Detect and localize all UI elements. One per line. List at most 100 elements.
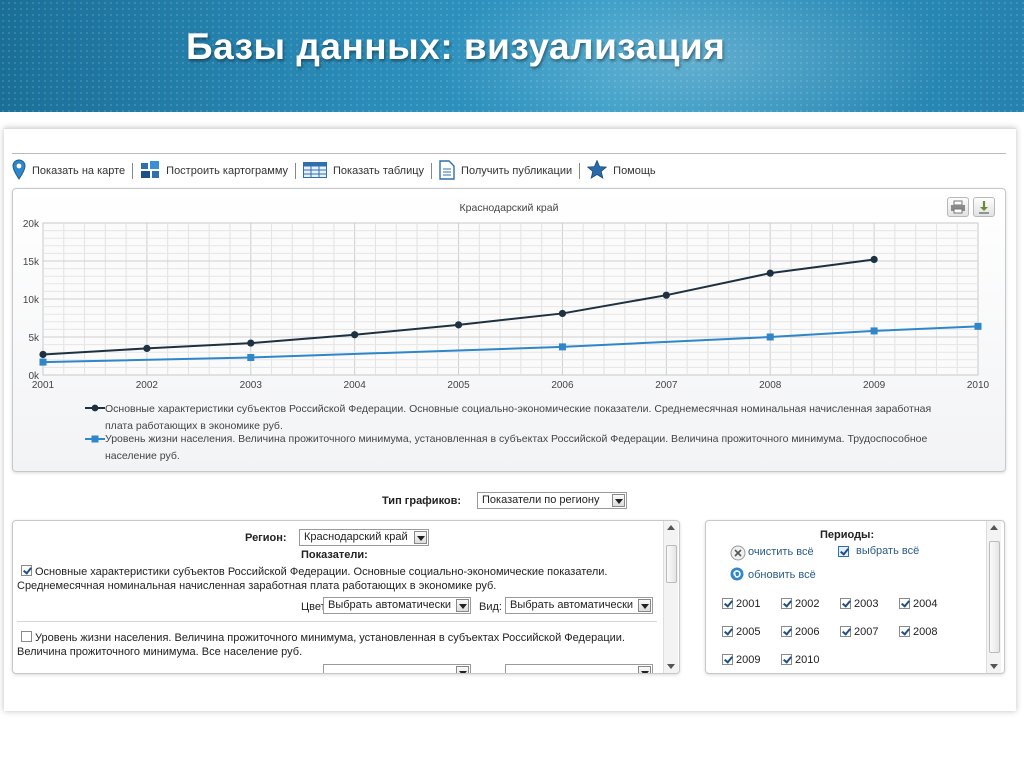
data-point-series-1 xyxy=(454,321,463,329)
period-checkbox-2006[interactable] xyxy=(781,626,792,637)
select-all-icon[interactable] xyxy=(838,546,849,557)
toolbar: Показать на карте Построить картограмму … xyxy=(12,158,656,184)
x-tick-label: 2007 xyxy=(655,380,678,391)
download-chart-button[interactable] xyxy=(973,197,995,217)
x-tick-label: 2009 xyxy=(863,380,886,391)
map-pin-icon xyxy=(12,158,26,184)
graph-type-label: Тип графиков: xyxy=(382,495,462,507)
indicator-2-checkbox[interactable] xyxy=(21,631,32,642)
y-axis: 0k5k10k15k20k xyxy=(23,219,40,382)
period-label: 2010 xyxy=(795,654,820,666)
x-tick-label: 2001 xyxy=(32,380,55,391)
indicator-1-view-select[interactable]: Выбрать автоматически xyxy=(505,597,653,614)
indicator-2-color-select[interactable] xyxy=(323,664,471,673)
select-all-link[interactable]: выбрать всё xyxy=(856,545,919,557)
slide-title: Базы данных: визуализация xyxy=(186,26,726,67)
show-on-map-button[interactable]: Показать на карте xyxy=(12,158,126,184)
scroll-up-icon[interactable] xyxy=(667,525,675,530)
help-button[interactable]: Помощь xyxy=(586,159,656,182)
show-table-button[interactable]: Показать таблицу xyxy=(303,161,425,181)
indicators-panel: Регион: Краснодарский край Показатели: О… xyxy=(12,520,680,674)
scroll-up-icon[interactable] xyxy=(990,525,998,530)
x-tick-label: 2010 xyxy=(967,380,990,391)
data-point-series-2 xyxy=(766,333,774,341)
indicators-scrollbar[interactable] xyxy=(663,521,678,673)
x-tick-label: 2006 xyxy=(551,380,574,391)
x-tick-label: 2002 xyxy=(136,380,159,391)
periods-scrollbar[interactable] xyxy=(986,521,1001,673)
period-checkbox-2008[interactable] xyxy=(899,626,910,637)
build-cartogram-button[interactable]: Построить картограмму xyxy=(140,160,288,182)
legend-label-series-2: Уровень жизни населения. Величина прожит… xyxy=(105,433,928,462)
period-label: 2005 xyxy=(736,626,761,638)
period-label: 2002 xyxy=(795,598,820,610)
data-point-series-1 xyxy=(143,344,151,352)
period-checkbox-2003[interactable] xyxy=(840,598,851,609)
period-checkbox-2004[interactable] xyxy=(899,598,910,609)
legend-marker-series-1 xyxy=(85,402,105,420)
data-point-series-2 xyxy=(39,358,47,366)
graph-type-select[interactable]: Показатели по региону xyxy=(477,492,627,509)
x-tick-label: 2005 xyxy=(447,380,470,391)
periods-heading: Периоды: xyxy=(820,529,875,541)
x-tick-label: 2008 xyxy=(759,380,782,391)
period-checkbox-2005[interactable] xyxy=(722,626,733,637)
scroll-down-icon[interactable] xyxy=(990,664,998,669)
refresh-icon[interactable] xyxy=(730,567,744,581)
chevron-down-icon xyxy=(414,531,427,544)
region-label: Регион: xyxy=(245,532,287,544)
data-point-series-2 xyxy=(247,354,255,362)
period-checkbox-2007[interactable] xyxy=(840,626,851,637)
clear-all-icon[interactable] xyxy=(730,545,746,561)
graph-type-value: Показатели по региону xyxy=(482,494,600,506)
toolbar-separator xyxy=(431,163,433,179)
slide-header: Базы данных: визуализация xyxy=(0,0,1024,112)
toolbar-separator xyxy=(295,163,296,179)
clear-all-link[interactable]: очистить всё xyxy=(748,546,814,558)
refresh-all-link[interactable]: обновить всё xyxy=(748,569,816,581)
x-tick-label: 2003 xyxy=(240,380,263,391)
period-checkbox-2010[interactable] xyxy=(781,654,792,665)
data-point-series-2 xyxy=(974,322,982,330)
data-point-series-1 xyxy=(870,255,878,264)
legend-marker-series-2 xyxy=(85,433,105,451)
region-value: Краснодарский край xyxy=(304,531,408,543)
chevron-down-icon xyxy=(612,494,625,507)
get-publications-button[interactable]: Получить публикации xyxy=(439,159,573,183)
get-publications-label: Получить публикации xyxy=(461,165,573,177)
scroll-thumb[interactable] xyxy=(666,545,677,583)
data-point-series-1 xyxy=(766,269,774,277)
chevron-down-icon xyxy=(456,599,469,612)
data-point-series-1 xyxy=(558,309,567,318)
indicator-2-line1: Уровень жизни населения. Величина прожит… xyxy=(35,632,625,644)
period-label: 2008 xyxy=(913,626,938,638)
indicator-1-view-value: Выбрать автоматически xyxy=(510,599,634,611)
print-chart-button[interactable] xyxy=(947,197,969,217)
period-label: 2007 xyxy=(854,626,879,638)
region-select[interactable]: Краснодарский край xyxy=(299,529,429,546)
indicator-2-line2: Величина прожиточного минимума. Все насе… xyxy=(17,646,303,658)
data-point-series-1 xyxy=(662,291,670,299)
period-checkbox-2009[interactable] xyxy=(722,654,733,665)
show-on-map-label: Показать на карте xyxy=(32,165,126,177)
period-checkbox-2002[interactable] xyxy=(781,598,792,609)
indicator-2-view-select[interactable] xyxy=(505,664,653,673)
indicator-1-color-select[interactable]: Выбрать автоматически xyxy=(323,597,471,614)
indicator-1-view-label: Вид: xyxy=(479,601,502,613)
build-cartogram-label: Построить картограмму xyxy=(166,165,288,177)
download-icon xyxy=(974,201,994,220)
scroll-thumb[interactable] xyxy=(989,541,1000,653)
document-icon xyxy=(439,159,455,183)
data-point-series-1 xyxy=(247,339,255,347)
scroll-down-icon[interactable] xyxy=(667,664,675,669)
data-point-series-1 xyxy=(351,331,359,339)
period-checkbox-2001[interactable] xyxy=(722,598,733,609)
indicator-1-checkbox[interactable] xyxy=(21,565,32,576)
chevron-down-icon xyxy=(456,666,469,673)
y-tick-label: 20k xyxy=(23,219,40,230)
indicator-1-line1: Основные характеристики субъектов Россий… xyxy=(35,566,608,578)
data-point-series-2 xyxy=(870,327,878,335)
show-table-label: Показать таблицу xyxy=(333,165,425,177)
toolbar-top-line xyxy=(12,153,1006,154)
x-tick-label: 2004 xyxy=(344,380,367,391)
